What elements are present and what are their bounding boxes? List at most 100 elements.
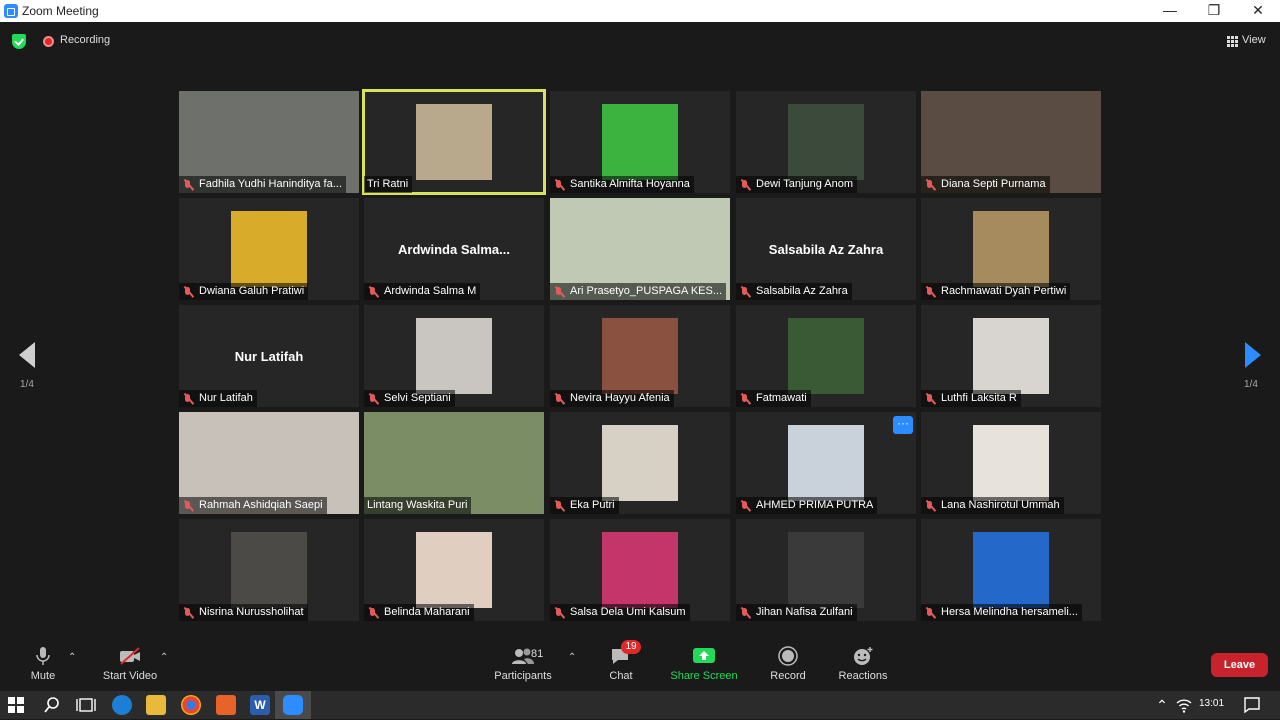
participant-tile[interactable]: Ardwinda Salma... Ardwinda Salma M	[364, 198, 544, 300]
record-button[interactable]: Record	[768, 646, 808, 682]
participant-tile[interactable]: Lana Nashirotul Ummah	[921, 412, 1101, 514]
share-screen-button[interactable]: Share Screen	[668, 646, 740, 682]
start-video-button[interactable]: Start Video	[100, 646, 160, 682]
participant-tile[interactable]: Selvi Septiani	[364, 305, 544, 407]
participant-name: Hersa Melindha hersameli...	[941, 606, 1078, 618]
participant-tile[interactable]: Nur Latifah Nur Latifah	[179, 305, 359, 407]
more-options-button[interactable]: ···	[893, 416, 913, 434]
meeting-top-bar: Recording View	[0, 22, 1280, 62]
wifi-icon[interactable]	[1176, 695, 1192, 715]
windows-start-icon[interactable]	[7, 696, 25, 714]
grid-view-icon[interactable]	[1227, 36, 1238, 47]
leave-button[interactable]: Leave	[1211, 653, 1268, 677]
participant-name-label: Tri Ratni	[364, 176, 413, 193]
participant-name: Ari Prasetyo_PUSPAGA KES...	[570, 285, 723, 297]
share-screen-icon	[692, 646, 716, 666]
participant-photo	[788, 425, 864, 501]
chat-unread-badge: 19	[621, 640, 641, 654]
participant-tile[interactable]: Ari Prasetyo_PUSPAGA KES...	[550, 198, 730, 300]
participant-name: Tri Ratni	[367, 178, 409, 190]
participant-photo	[602, 425, 678, 501]
participant-tile[interactable]: Nevira Hayyu Afenia	[550, 305, 730, 407]
security-shield-icon[interactable]	[12, 34, 26, 49]
edge-browser-icon[interactable]	[112, 695, 132, 715]
task-view-icon[interactable]	[76, 695, 96, 715]
recording-icon	[43, 36, 54, 47]
reactions-button[interactable]: Reactions	[836, 646, 890, 682]
participant-name-label: Selvi Septiani	[364, 390, 455, 407]
participant-name: Nisrina Nurussholihat	[199, 606, 304, 618]
participant-tile[interactable]: Nisrina Nurussholihat	[179, 519, 359, 621]
powerpoint-icon[interactable]	[216, 695, 236, 715]
microphone-muted-icon	[924, 393, 936, 405]
participant-name-label: Salsabila Az Zahra	[736, 283, 852, 300]
participant-name: Rahmah Ashidqiah Saepi	[199, 499, 323, 511]
file-explorer-icon[interactable]	[146, 695, 166, 715]
participant-tile[interactable]: Belinda Maharani	[364, 519, 544, 621]
participant-name: Nur Latifah	[199, 392, 253, 404]
audio-options-caret-icon[interactable]: ⌃	[68, 652, 76, 663]
participant-tile[interactable]: Salsa Dela Umi Kalsum	[550, 519, 730, 621]
participant-name-label: Rahmah Ashidqiah Saepi	[179, 497, 327, 514]
participant-tile[interactable]: Luthfi Laksita R	[921, 305, 1101, 407]
notifications-icon[interactable]	[1242, 695, 1262, 715]
participant-photo	[973, 318, 1049, 394]
close-button[interactable]: ✕	[1236, 0, 1280, 22]
next-page-arrow-icon[interactable]	[1245, 342, 1261, 368]
participants-button[interactable]: 81 Participants	[492, 646, 554, 682]
participant-name: Salsa Dela Umi Kalsum	[570, 606, 686, 618]
microphone-muted-icon	[182, 607, 194, 619]
participant-tile[interactable]: Rachmawati Dyah Pertiwi	[921, 198, 1101, 300]
participants-caret-icon[interactable]: ⌃	[568, 652, 576, 663]
previous-page-arrow-icon[interactable]	[19, 342, 35, 368]
chat-button[interactable]: 19 Chat	[606, 640, 641, 682]
participant-tile[interactable]: Eka Putri	[550, 412, 730, 514]
view-button[interactable]: View	[1242, 34, 1266, 46]
participant-tile[interactable]: ··· AHMED PRIMA PUTRA	[736, 412, 916, 514]
participant-tile[interactable]: Salsabila Az Zahra Salsabila Az Zahra	[736, 198, 916, 300]
participant-name: Dwiana Galuh Pratiwi	[199, 285, 305, 297]
mute-button[interactable]: Mute	[28, 646, 58, 682]
participant-tile[interactable]: Santika Almifta Hoyanna	[550, 91, 730, 193]
video-options-caret-icon[interactable]: ⌃	[160, 652, 168, 663]
microphone-muted-icon	[739, 179, 751, 191]
participant-tile[interactable]: Dwiana Galuh Pratiwi	[179, 198, 359, 300]
microphone-muted-icon	[553, 286, 565, 298]
participant-name: Fatmawati	[756, 392, 807, 404]
microphone-icon	[31, 646, 55, 666]
microphone-muted-icon	[739, 393, 751, 405]
microphone-muted-icon	[367, 607, 379, 619]
participant-tile[interactable]: Lintang Waskita Puri	[364, 412, 544, 514]
record-icon	[776, 646, 800, 666]
microphone-muted-icon	[553, 393, 565, 405]
restore-button[interactable]: ❐	[1192, 0, 1236, 22]
microphone-muted-icon	[553, 607, 565, 619]
participant-tile[interactable]: Diana Septi Purnama	[921, 91, 1101, 193]
participant-tile[interactable]: Rahmah Ashidqiah Saepi	[179, 412, 359, 514]
system-tray-chevron-icon[interactable]: ⌃	[1152, 695, 1172, 715]
participant-photo	[788, 104, 864, 180]
participant-tile[interactable]: Tri Ratni	[362, 89, 546, 195]
reactions-smiley-icon	[851, 646, 875, 666]
participant-name-label: Belinda Maharani	[364, 604, 474, 621]
participant-name: Rachmawati Dyah Pertiwi	[941, 285, 1067, 297]
microphone-muted-icon	[739, 607, 751, 619]
participant-tile[interactable]: Fatmawati	[736, 305, 916, 407]
participant-name-label: Ardwinda Salma M	[364, 283, 481, 300]
participant-tile[interactable]: Dewi Tanjung Anom	[736, 91, 916, 193]
minimize-button[interactable]: —	[1148, 0, 1192, 22]
participant-name-label: Eka Putri	[550, 497, 619, 514]
participant-name-label: AHMED PRIMA PUTRA	[736, 497, 878, 514]
participant-tile[interactable]: Jihan Nafisa Zulfani	[736, 519, 916, 621]
participant-name: Fadhila Yudhi Hanindityа fa...	[199, 178, 342, 190]
participant-name-label: Dwiana Galuh Pratiwi	[179, 283, 309, 300]
word-icon[interactable]: W	[250, 695, 270, 715]
participant-tile[interactable]: Fadhila Yudhi Hanindityа fa...	[179, 91, 359, 193]
participant-photo	[231, 532, 307, 608]
search-icon[interactable]	[42, 695, 62, 715]
participant-tile[interactable]: Hersa Melindha hersameli...	[921, 519, 1101, 621]
zoom-app-icon[interactable]	[283, 695, 303, 715]
gallery-grid: Fadhila Yudhi Hanindityа fa... Tri Ratni S…	[179, 89, 1102, 621]
participant-name-label: Santika Almifta Hoyanna	[550, 176, 694, 193]
chrome-browser-icon[interactable]	[181, 695, 201, 715]
